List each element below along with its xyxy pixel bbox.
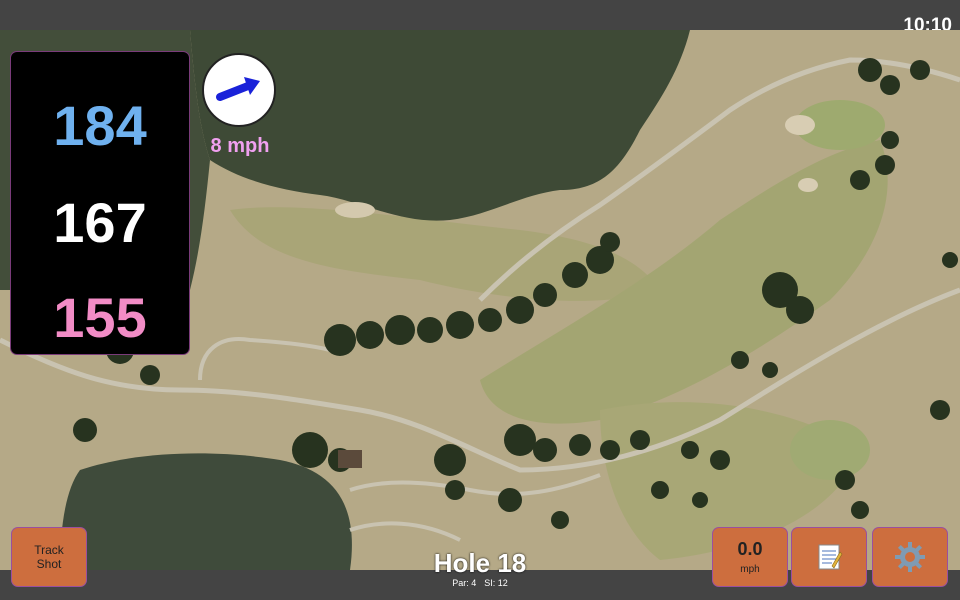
track-shot-label: Track Shot bbox=[34, 543, 64, 571]
hole-par: Par: 4 bbox=[452, 578, 477, 588]
speed-button[interactable]: 0.0 mph bbox=[713, 528, 787, 586]
distance-front: 155 bbox=[53, 286, 147, 349]
speed-value: 0.0 bbox=[737, 539, 763, 559]
distance-panel: 184 167 155 bbox=[11, 52, 189, 354]
top-status-bar: 10:10 bbox=[0, 0, 960, 36]
settings-button[interactable] bbox=[873, 528, 947, 586]
distance-middle: 167 bbox=[53, 191, 147, 254]
hole-si: SI: 12 bbox=[484, 578, 508, 588]
track-shot-button[interactable]: Track Shot bbox=[12, 528, 86, 586]
speed-unit: mph bbox=[740, 564, 760, 575]
notes-button[interactable] bbox=[792, 528, 866, 586]
arrow-right-icon bbox=[216, 77, 260, 101]
wind-speed: 8 mph bbox=[210, 135, 270, 157]
distance-back: 184 bbox=[53, 94, 147, 157]
course-map[interactable]: 184 167 155 8 mph bbox=[0, 30, 960, 570]
memo-icon bbox=[818, 544, 843, 570]
hole-title: Hole 18 bbox=[433, 548, 527, 578]
wind-direction-dial bbox=[202, 53, 276, 127]
gear-icon bbox=[895, 542, 925, 572]
hole-info: Par: 4 SI: 12 bbox=[380, 578, 580, 588]
